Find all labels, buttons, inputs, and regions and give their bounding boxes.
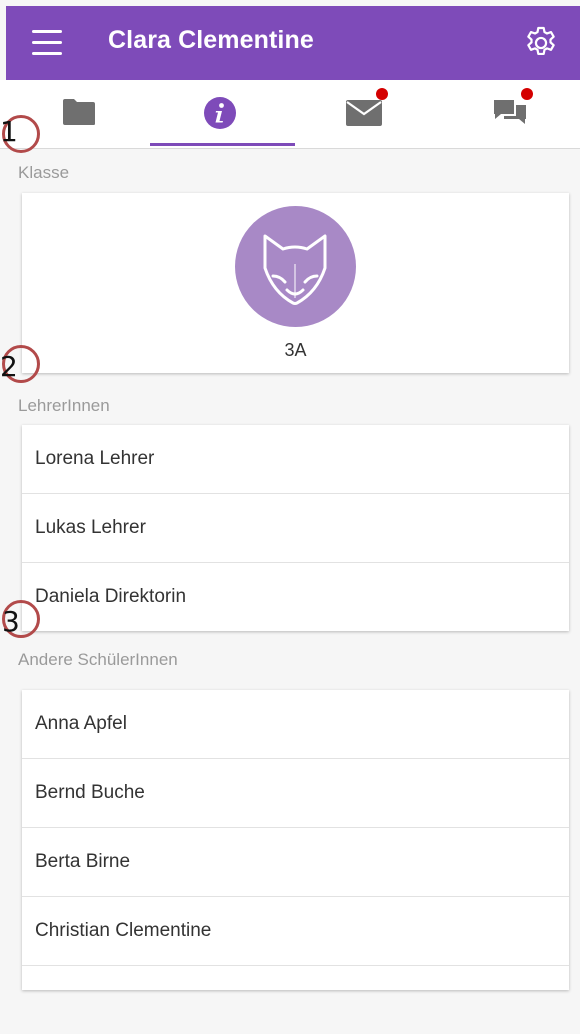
annotation-number: 3 xyxy=(2,605,20,638)
notification-badge xyxy=(521,88,533,100)
list-item[interactable]: Bernd Buche xyxy=(22,759,569,828)
students-list: Anna Apfel Bernd Buche Berta Birne Chris… xyxy=(22,690,569,990)
teachers-section-label: LehrerInnen xyxy=(18,396,110,415)
app-bar: Clara Clementine xyxy=(6,6,580,80)
class-name: 3A xyxy=(284,340,307,360)
class-section-label: Klasse xyxy=(18,163,70,182)
class-card[interactable]: 3A xyxy=(22,193,569,373)
annotation-number: 2 xyxy=(0,350,18,383)
mail-icon xyxy=(346,100,382,126)
tab-bar xyxy=(0,80,580,149)
list-item[interactable]: Christian Clementine xyxy=(22,897,569,966)
notification-badge xyxy=(376,88,388,100)
list-item[interactable]: Berta Birne xyxy=(22,828,569,897)
hamburger-menu-icon[interactable] xyxy=(32,28,64,58)
list-item[interactable]: Anna Apfel xyxy=(22,690,569,759)
list-item[interactable]: Lorena Lehrer xyxy=(22,425,569,494)
fox-icon xyxy=(263,234,327,305)
folder-icon xyxy=(63,99,95,125)
class-avatar xyxy=(235,206,356,327)
teachers-list: Lorena Lehrer Lukas Lehrer Daniela Direk… xyxy=(22,425,569,631)
info-icon xyxy=(204,97,236,129)
list-item[interactable]: Daniela Direktorin xyxy=(22,563,569,631)
list-item[interactable] xyxy=(22,966,569,1034)
active-tab-indicator xyxy=(150,143,295,146)
tab-chat[interactable] xyxy=(440,80,580,148)
list-item[interactable]: Lukas Lehrer xyxy=(22,494,569,563)
chat-icon xyxy=(494,100,526,124)
gear-icon[interactable] xyxy=(522,24,560,62)
page-title: Clara Clementine xyxy=(108,26,314,54)
annotation-number: 1 xyxy=(0,115,18,148)
tab-info[interactable] xyxy=(150,80,295,148)
tab-messages[interactable] xyxy=(295,80,440,148)
students-section-label: Andere SchülerInnen xyxy=(18,650,178,669)
